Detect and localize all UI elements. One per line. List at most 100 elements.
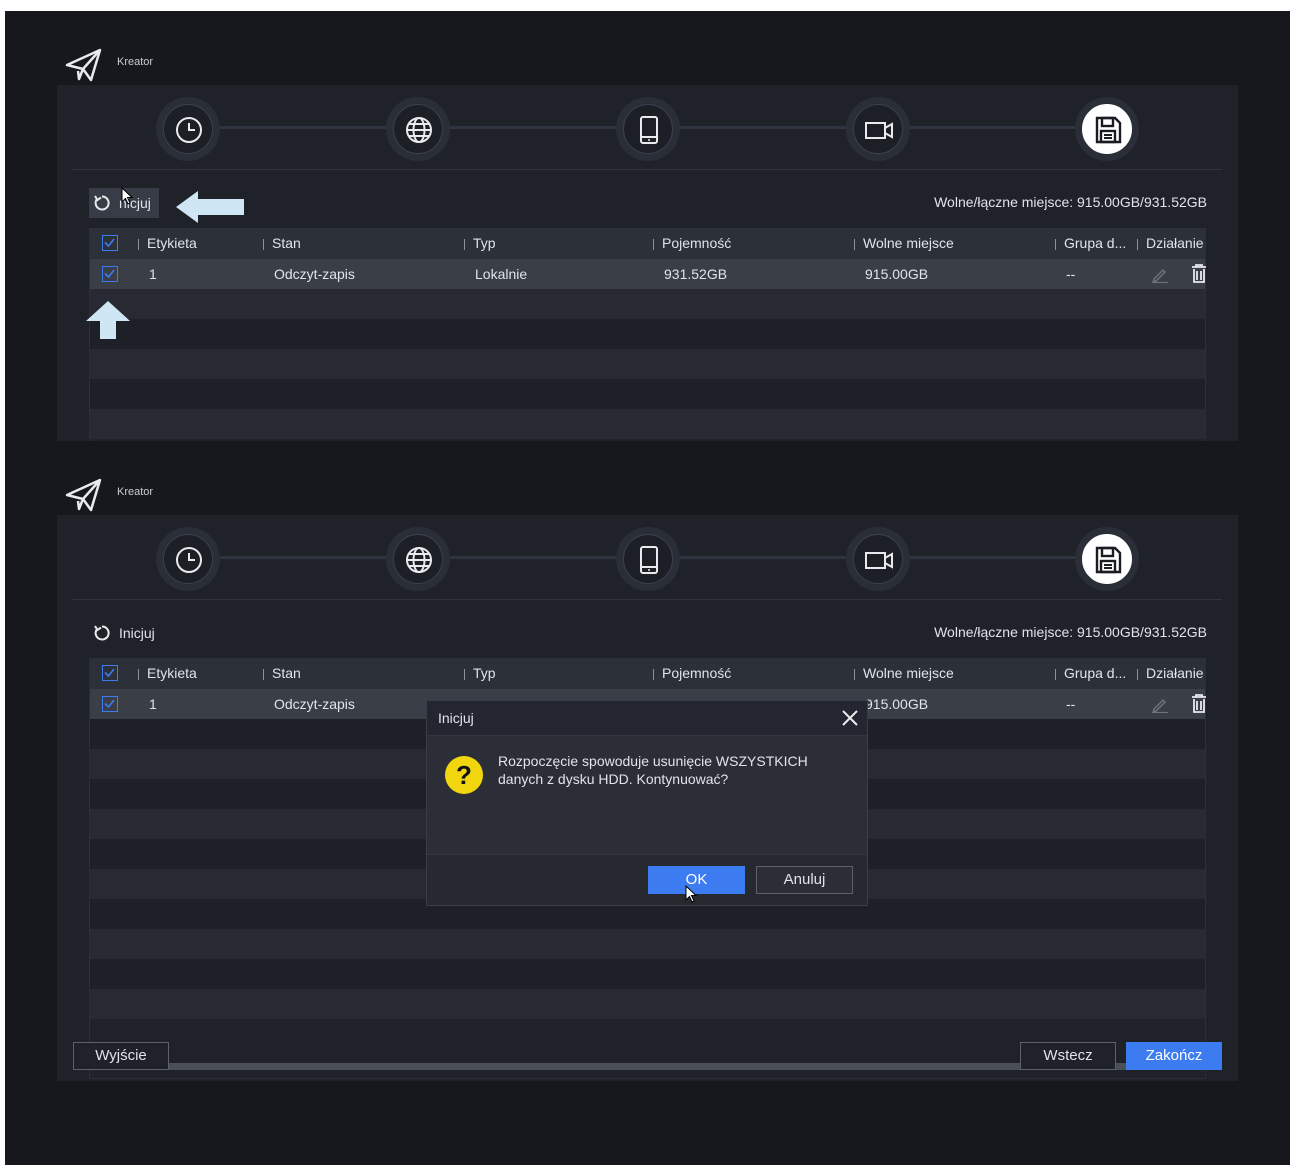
column-header-group[interactable]: Grupa d... [1055,228,1126,259]
disk-table: Etykieta Stan Typ Pojemność Wolne miejsc… [89,228,1206,441]
wizard-steps [57,515,1238,599]
column-header-status[interactable]: Stan [263,658,301,689]
wizard-title: Kreator [117,56,154,68]
column-header-group[interactable]: Grupa d... [1055,658,1126,689]
camera-icon [865,122,893,139]
check-icon [104,238,115,248]
annotation-arrow-left [176,191,244,223]
globe-icon [406,547,432,573]
table-row-empty [90,989,1205,1019]
edit-icon[interactable] [1151,265,1169,283]
column-header-type[interactable]: Typ [464,658,496,689]
back-button[interactable]: Wstecz [1020,1042,1116,1070]
horizontal-scrollbar[interactable] [92,1063,1172,1070]
cell-free-space: 915.00GB [865,696,929,712]
table-row-empty [90,289,1205,319]
step-network[interactable] [386,97,450,161]
annotation-arrow-up [86,301,130,339]
refresh-icon [94,195,110,211]
column-header-capacity[interactable]: Pojemność [653,228,731,259]
column-header-free-space[interactable]: Wolne miejsce [854,658,954,689]
step-mobile[interactable] [616,527,680,591]
mobile-icon [640,546,658,574]
table-header: Etykieta Stan Typ Pojemność Wolne miejsc… [90,658,1205,689]
free-space-info: Wolne/łączne miejsce: 915.00GB/931.52GB [934,194,1207,210]
refresh-icon [94,625,110,641]
cancel-button[interactable]: Anuluj [756,866,853,894]
column-header-type[interactable]: Typ [464,228,496,259]
dialog-message: Rozpoczęcie spowoduje usunięcie WSZYSTKI… [498,753,808,787]
panel-divider [72,169,1222,170]
finish-button[interactable]: Zakończ [1126,1042,1222,1070]
wizard-steps [57,85,1238,169]
delete-icon[interactable] [1191,264,1207,283]
step-camera[interactable] [846,527,910,591]
floppy-disk-icon [1095,116,1122,144]
cell-status: Odczyt-zapis [274,696,355,712]
check-icon [104,668,115,678]
wizard-screen-top: Kreator nicjuj Wolne/łączne miejsce: 915… [0,0,1290,441]
check-icon [104,269,115,279]
cell-group: -- [1066,696,1076,712]
cell-free-space: 915.00GB [865,266,929,282]
clock-icon [176,117,202,143]
dialog-footer: OK Anuluj [427,854,867,905]
step-camera[interactable] [846,97,910,161]
edit-icon[interactable] [1151,695,1169,713]
row-checkbox[interactable] [102,696,118,712]
globe-icon [406,117,432,143]
cell-type: Lokalnie [475,266,528,282]
table-row-empty [90,319,1205,349]
confirm-dialog: Inicjuj ? Rozpoczęcie spowoduje usunięci… [426,700,868,906]
mouse-cursor-icon [685,885,697,903]
initialize-label: Inicjuj [119,625,155,641]
wizard-panel: nicjuj Wolne/łączne miejsce: 915.00GB/93… [57,85,1238,441]
initialize-button[interactable]: Inicjuj [89,618,163,648]
table-row-empty [90,409,1205,439]
select-all-checkbox[interactable] [102,665,118,681]
table-row-empty [90,379,1205,409]
table-row-empty [90,959,1205,989]
cell-label: 1 [149,696,157,712]
row-checkbox[interactable] [102,266,118,282]
delete-icon[interactable] [1191,694,1207,713]
column-header-action[interactable]: Działanie [1137,658,1204,689]
mouse-cursor-icon [121,187,133,205]
question-icon: ? [445,756,483,794]
exit-button[interactable]: Wyjście [73,1042,169,1070]
paper-plane-icon [65,48,102,82]
table-row-empty [90,929,1205,959]
step-mobile[interactable] [616,97,680,161]
column-header-action[interactable]: Działanie [1137,228,1204,259]
step-storage[interactable] [1075,527,1139,591]
column-header-capacity[interactable]: Pojemność [653,658,731,689]
step-storage[interactable] [1075,97,1139,161]
wizard-title: Kreator [117,486,154,498]
table-row-empty [90,349,1205,379]
cell-capacity: 931.52GB [664,266,728,282]
cell-status: Odczyt-zapis [274,266,355,282]
step-time[interactable] [156,527,220,591]
cell-label: 1 [149,266,157,282]
column-header-label[interactable]: Etykieta [138,228,197,259]
camera-icon [865,552,893,569]
cell-group: -- [1066,266,1076,282]
check-icon [104,699,115,709]
dialog-header: Inicjuj [427,701,867,736]
step-network[interactable] [386,527,450,591]
dialog-title: Inicjuj [438,710,474,726]
select-all-checkbox[interactable] [102,235,118,251]
step-time[interactable] [156,97,220,161]
column-header-free-space[interactable]: Wolne miejsce [854,228,954,259]
close-icon[interactable] [839,707,861,729]
mobile-icon [640,116,658,144]
column-header-status[interactable]: Stan [263,228,301,259]
panel-divider [72,599,1222,600]
paper-plane-icon [65,478,102,512]
clock-icon [176,547,202,573]
table-header: Etykieta Stan Typ Pojemność Wolne miejsc… [90,228,1205,259]
table-row[interactable]: 1 Odczyt-zapis Lokalnie 931.52GB 915.00G… [90,259,1207,289]
column-header-label[interactable]: Etykieta [138,658,197,689]
free-space-info: Wolne/łączne miejsce: 915.00GB/931.52GB [934,624,1207,640]
floppy-disk-icon [1095,546,1122,574]
